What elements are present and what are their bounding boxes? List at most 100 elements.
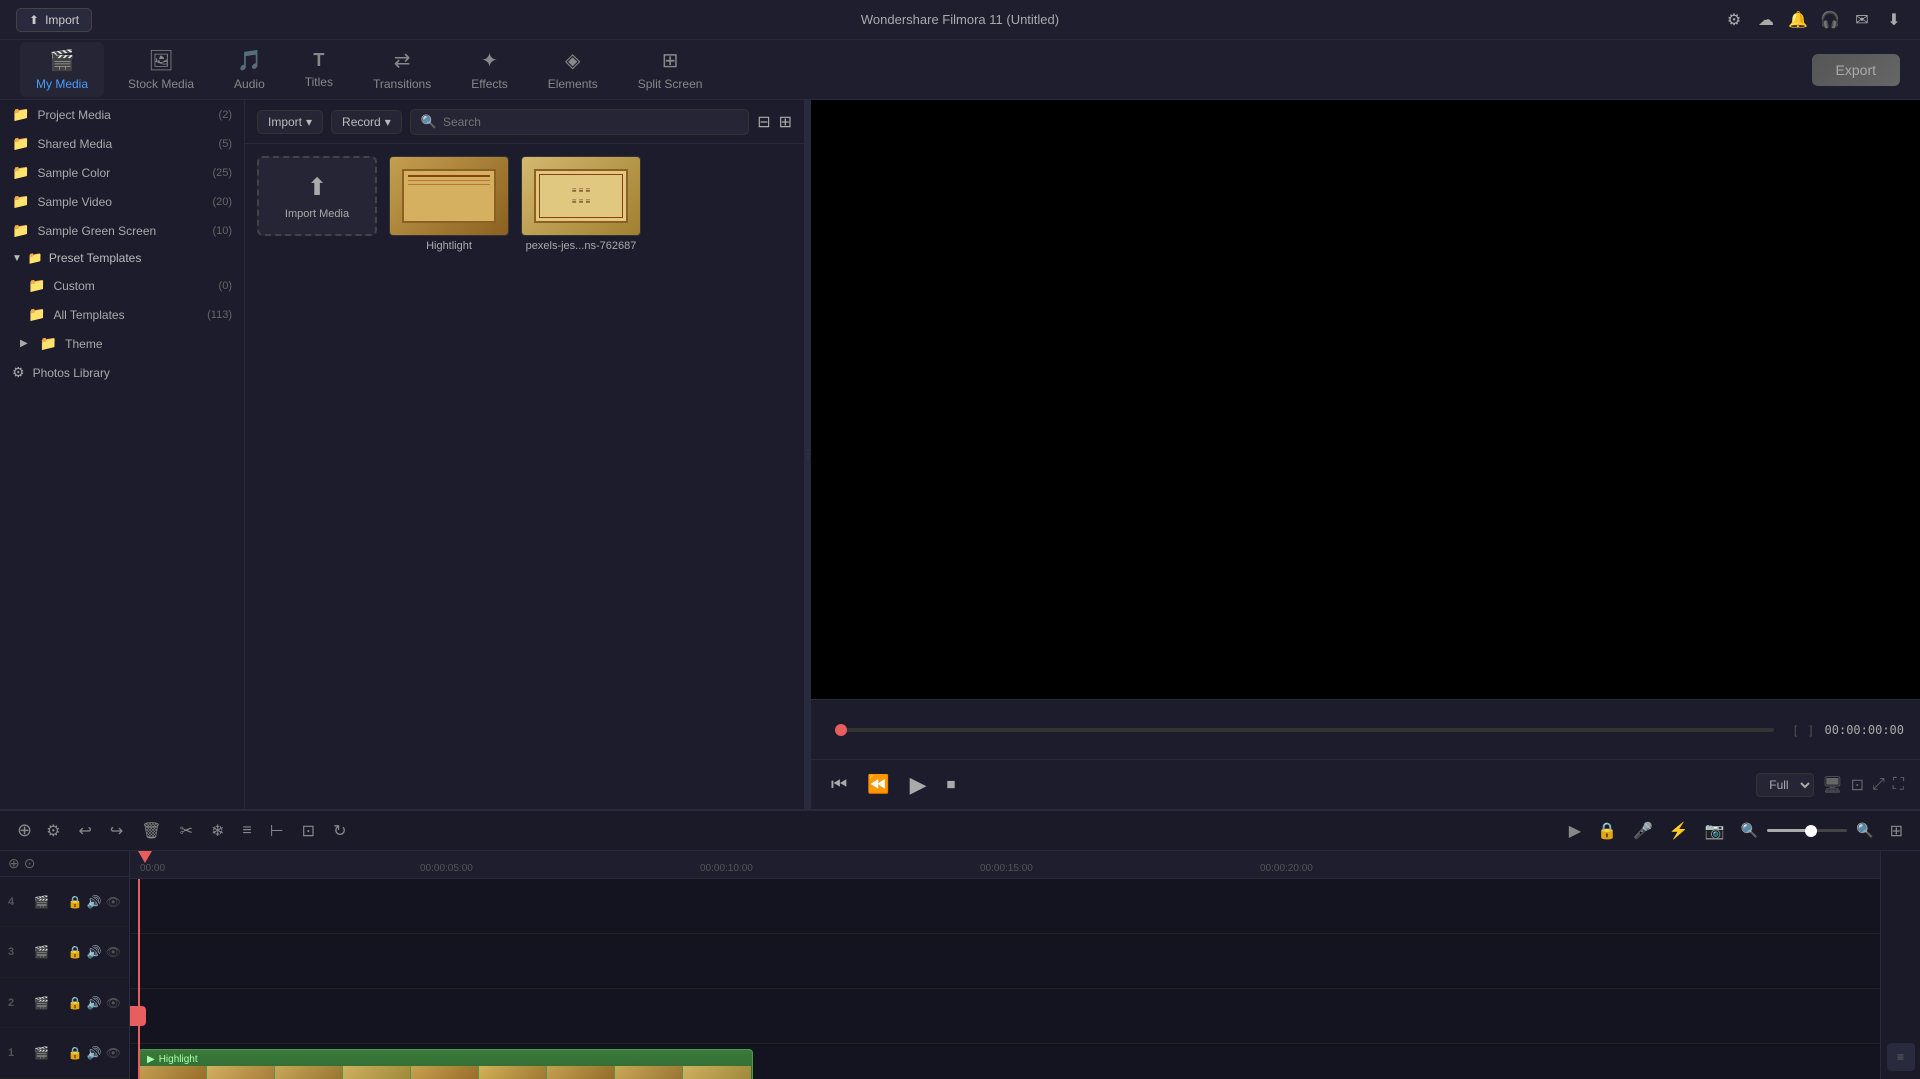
timeline-scroll-button[interactable]: ≡ — [1887, 1043, 1915, 1071]
crop-icon[interactable]: ⊡ — [1851, 775, 1864, 795]
delete-button[interactable]: 🗑 — [136, 818, 166, 844]
fit-timeline-button[interactable]: ⊞ — [1885, 818, 1908, 844]
notification-icon[interactable]: 🔔 — [1788, 10, 1808, 30]
stop-button[interactable]: ⏹ — [943, 770, 960, 799]
render-button[interactable]: ▶ — [1564, 818, 1586, 844]
track-4-volume-icon[interactable]: 🔊 — [87, 895, 102, 909]
topbar: ⬆ Import Wondershare Filmora 11 (Untitle… — [0, 0, 1920, 40]
sidebar-item-shared-media[interactable]: 📁 Shared Media (5) — [0, 129, 244, 158]
bracket-start[interactable]: [ — [1794, 723, 1797, 737]
track-4-content[interactable] — [130, 879, 1880, 934]
download-icon[interactable]: ⬇ — [1884, 10, 1904, 30]
mail-icon[interactable]: ✉ — [1852, 10, 1872, 30]
video-clip-icon: ▶ — [147, 1054, 155, 1065]
timeline-tracks: 00:00 00:00:05:00 00:00:10:00 00:00:15:0… — [130, 851, 1880, 1079]
import-media-button[interactable]: ⬆ Import Media — [257, 156, 377, 252]
sidebar-item-sample-color[interactable]: 📁 Sample Color (25) — [0, 158, 244, 187]
sidebar-item-sample-green[interactable]: 📁 Sample Green Screen (10) — [0, 216, 244, 245]
snapshot-button[interactable]: 📷 — [1700, 818, 1730, 844]
cloud-icon[interactable]: ☁ — [1756, 10, 1776, 30]
track-1-eye-icon[interactable]: 👁 — [106, 1046, 121, 1060]
tab-stock-media[interactable]: 🖼 Stock Media — [112, 42, 210, 97]
mic-button[interactable]: 🎤 — [1628, 818, 1658, 844]
app-title: Wondershare Filmora 11 (Untitled) — [861, 12, 1059, 27]
track-2-eye-icon[interactable]: 👁 — [106, 996, 121, 1010]
tab-effects[interactable]: ✦ Effects — [455, 42, 523, 97]
tab-transitions[interactable]: ⇄ Transitions — [357, 42, 447, 97]
track-4-lock-icon[interactable]: 🔒 — [68, 895, 83, 909]
track-1-icons: 🔒 🔊 👁 — [68, 1046, 121, 1060]
media-item-highlight[interactable]: Hightlight — [389, 156, 509, 252]
topbar-left: ⬆ Import — [16, 8, 92, 32]
search-input[interactable] — [443, 115, 738, 129]
tab-my-media[interactable]: 🎬 My Media — [20, 42, 104, 97]
undo-button[interactable]: ↩ — [73, 818, 96, 844]
audio-icon: 🎵 — [237, 48, 262, 73]
cut-button[interactable]: ✂ — [175, 818, 198, 844]
media-toolbar: Import ▾ Record ▾ 🔍 ⊟ ⊞ — [245, 100, 804, 144]
media-panel: Import ▾ Record ▾ 🔍 ⊟ ⊞ ⬆ Import Media — [245, 100, 805, 809]
sidebar-item-project-media[interactable]: 📁 Project Media (2) — [0, 100, 244, 129]
split-button[interactable]: ⊢ — [265, 818, 289, 844]
sidebar-item-all-templates[interactable]: 📁 All Templates (113) — [0, 300, 244, 329]
topbar-import-button[interactable]: ⬆ Import — [16, 8, 92, 32]
magnet-icon[interactable]: ⊙ — [24, 855, 36, 872]
monitor-icon[interactable]: 🖥 — [1822, 775, 1842, 795]
tab-audio[interactable]: 🎵 Audio — [218, 42, 281, 97]
track-1-lock-icon[interactable]: 🔒 — [68, 1046, 83, 1060]
headset-icon[interactable]: 🎧 — [1820, 10, 1840, 30]
tab-split-screen[interactable]: ⊞ Split Screen — [622, 42, 719, 97]
arrange-button[interactable]: ≡ — [237, 819, 256, 843]
import-media-area[interactable]: ⬆ Import Media — [257, 156, 377, 236]
grid-view-icon[interactable]: ⊞ — [779, 112, 792, 132]
tab-titles[interactable]: T Titles — [289, 44, 349, 95]
timeline-settings-button[interactable]: ⚙ — [41, 818, 65, 844]
zoom-control: 🔍 🔍 — [1736, 819, 1879, 842]
zoom-out-button[interactable]: 🔍 — [1736, 819, 1763, 842]
media-item-pexels[interactable]: ≡ ≡ ≡≡ ≡ ≡ pexels-jes...ns-762687 — [521, 156, 641, 252]
zoom-icon[interactable]: ⤢ — [1872, 776, 1885, 794]
folder-icon: 📁 — [28, 277, 45, 294]
sidebar-item-custom[interactable]: 📁 Custom (0) — [0, 271, 244, 300]
add-track-button[interactable]: ⊕ — [12, 817, 37, 844]
import-button[interactable]: Import ▾ — [257, 110, 323, 134]
export-button[interactable]: Export — [1812, 54, 1900, 86]
settings-icon[interactable]: ⚙ — [1724, 10, 1744, 30]
expand-icon[interactable]: ⛶ — [1893, 776, 1904, 794]
track-2-volume-icon[interactable]: 🔊 — [87, 996, 102, 1010]
sidebar-item-theme[interactable]: ▶ 📁 Theme — [0, 329, 244, 358]
filter-icon[interactable]: ⊟ — [757, 112, 770, 132]
track-1-volume-icon[interactable]: 🔊 — [87, 1046, 102, 1060]
highlight-clip[interactable]: ▶ Highlight — [138, 1049, 753, 1079]
track-3-volume-icon[interactable]: 🔊 — [87, 945, 102, 959]
redo-button[interactable]: ↪ — [105, 818, 128, 844]
bracket-end[interactable]: ] — [1809, 723, 1812, 737]
record-button[interactable]: Record ▾ — [331, 110, 402, 134]
sidebar-item-photos-library[interactable]: ⚙ Photos Library — [0, 358, 244, 387]
chevron-right-icon: ▶ — [20, 338, 28, 349]
preview-progress-bar[interactable] — [835, 728, 1774, 732]
track-2-content[interactable] — [130, 989, 1880, 1044]
track-3-content[interactable] — [130, 934, 1880, 989]
track-3-lock-icon[interactable]: 🔒 — [68, 945, 83, 959]
sidebar-item-sample-video[interactable]: 📁 Sample Video (20) — [0, 187, 244, 216]
crop-button[interactable]: ⊡ — [297, 818, 320, 844]
track-2-lock-icon[interactable]: 🔒 — [68, 996, 83, 1010]
zoom-in-button[interactable]: 🔍 — [1851, 819, 1878, 842]
track-3-eye-icon[interactable]: 👁 — [106, 945, 121, 959]
add-media-icon[interactable]: ⊕ — [8, 855, 20, 872]
redo2-button[interactable]: ↻ — [328, 818, 351, 844]
tab-elements[interactable]: ◈ Elements — [532, 42, 614, 97]
zoom-slider[interactable] — [1767, 829, 1847, 832]
prev-frame-button[interactable]: ⏮ — [827, 770, 851, 799]
track-1-content[interactable]: ▶ Highlight — [130, 1044, 1880, 1079]
freeze-button[interactable]: ❄ — [206, 818, 229, 844]
lock-button[interactable]: 🔒 — [1592, 818, 1622, 844]
play-button[interactable]: ▶ — [906, 768, 931, 802]
clip-settings-button[interactable]: ⚡ — [1664, 818, 1694, 844]
sidebar-item-preset-templates[interactable]: ▼ 📁 Preset Templates — [0, 245, 244, 271]
track-4-eye-icon[interactable]: 👁 — [106, 895, 121, 909]
quality-select[interactable]: Full — [1756, 773, 1814, 797]
step-back-button[interactable]: ⏪ — [863, 770, 893, 799]
left-panel: 📁 Project Media (2) 📁 Shared Media (5) 📁… — [0, 100, 245, 809]
